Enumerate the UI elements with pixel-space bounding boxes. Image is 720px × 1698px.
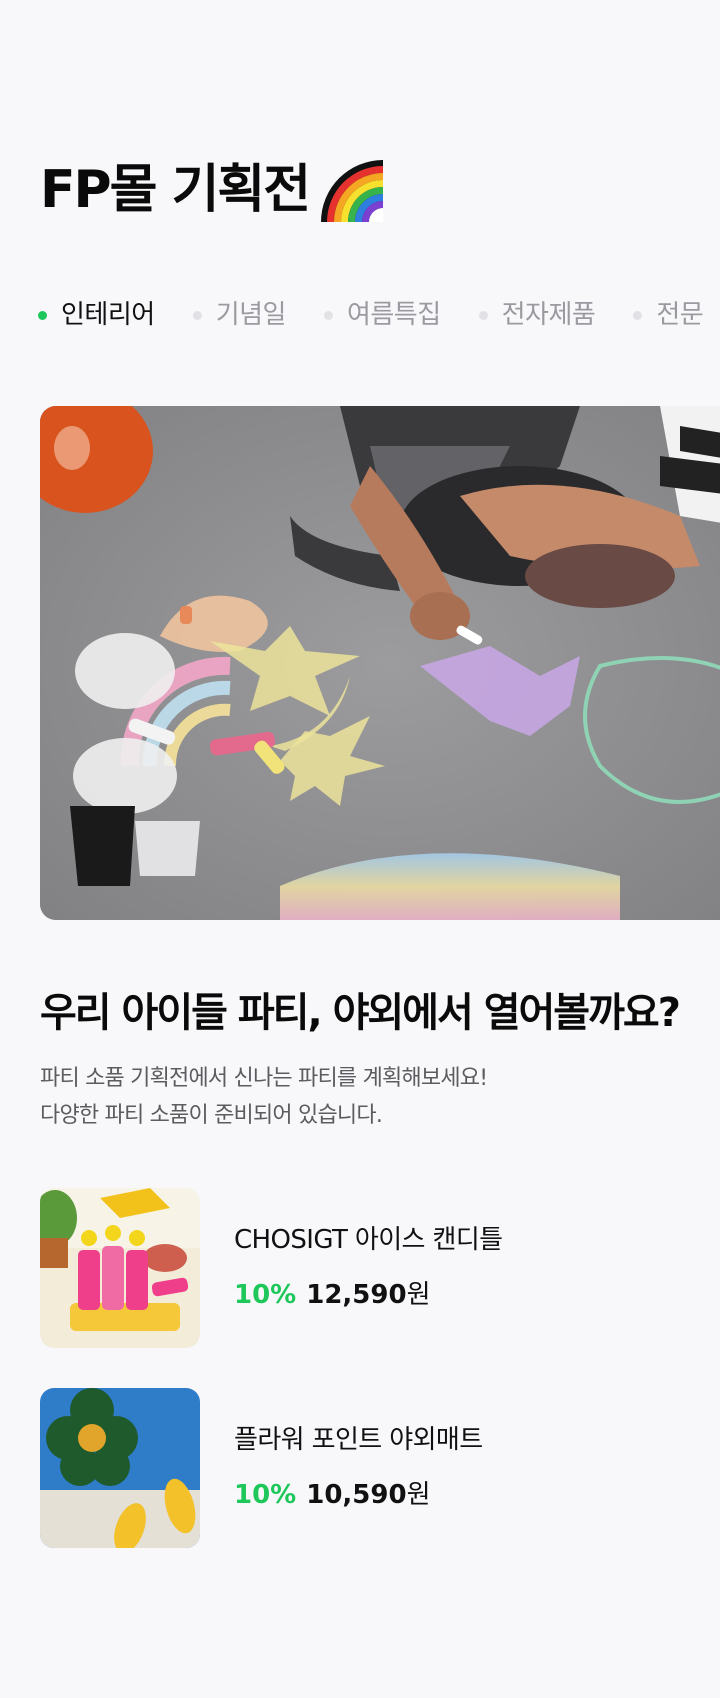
- tab-electronics[interactable]: 전자제품: [478, 300, 596, 330]
- promo-desc-line: 파티 소품 기획전에서 신나는 파티를 계획해보세요!: [40, 1066, 488, 1091]
- tab-label: 전문: [656, 300, 704, 330]
- product-name: CHOSIGT 아이스 캔디틀: [234, 1224, 503, 1255]
- tab-label: 전자제품: [501, 300, 596, 330]
- hero-image[interactable]: [40, 406, 720, 920]
- title-row: FP몰 기획전: [40, 150, 389, 230]
- tab-label: 여름특집: [346, 300, 441, 330]
- tab-label: 기념일: [215, 300, 287, 330]
- product-price: 10,590: [306, 1480, 407, 1511]
- price-currency: 원: [406, 1480, 431, 1511]
- product-image-popsicle: [40, 1188, 200, 1348]
- product-price: 12,590: [306, 1280, 407, 1311]
- tab-active-dot: [38, 310, 47, 320]
- discount-rate: 10%: [234, 1280, 297, 1311]
- tab-dot: [478, 310, 488, 320]
- product-info: 플라워 포인트 야외매트 10% 10,590 원: [234, 1425, 483, 1511]
- tab-more[interactable]: 전문: [633, 300, 704, 330]
- product-info: CHOSIGT 아이스 캔디틀 10% 12,590 원: [234, 1225, 503, 1311]
- tab-interior[interactable]: 인테리어: [38, 302, 155, 328]
- product-image-mat: [40, 1388, 200, 1548]
- product-name: 플라워 포인트 야외매트: [234, 1424, 483, 1455]
- promo-desc-line: 다양한 파티 소품이 준비되어 있습니다.: [40, 1103, 383, 1128]
- page: FP몰 기획전 인테리어 기념일 여름특집 전자제품 전문 우리 아이들 파티,…: [0, 0, 720, 1698]
- tab-dot: [192, 310, 202, 320]
- price-currency: 원: [406, 1280, 431, 1311]
- promo-headline: 우리 아이들 파티, 야외에서 열어볼까요?: [40, 990, 681, 1036]
- tab-label: 인테리어: [61, 300, 155, 330]
- price-row: 10% 10,590 원: [234, 1474, 483, 1511]
- promo-description: 파티 소품 기획전에서 신나는 파티를 계획해보세요! 다양한 파티 소품이 준…: [40, 1060, 488, 1134]
- product-card[interactable]: CHOSIGT 아이스 캔디틀 10% 12,590 원: [40, 1188, 680, 1348]
- rainbow-icon: [321, 160, 384, 222]
- tab-anniversary[interactable]: 기념일: [192, 300, 287, 330]
- tab-dot: [323, 310, 333, 320]
- tab-dot: [633, 310, 643, 320]
- tab-summer-special[interactable]: 여름특집: [323, 300, 441, 330]
- category-tabs: 인테리어 기념일 여름특집 전자제품 전문: [38, 302, 720, 328]
- page-title: FP몰 기획전: [40, 160, 311, 220]
- price-row: 10% 12,590 원: [234, 1274, 503, 1311]
- product-card[interactable]: 플라워 포인트 야외매트 10% 10,590 원: [40, 1388, 680, 1548]
- discount-rate: 10%: [234, 1480, 297, 1511]
